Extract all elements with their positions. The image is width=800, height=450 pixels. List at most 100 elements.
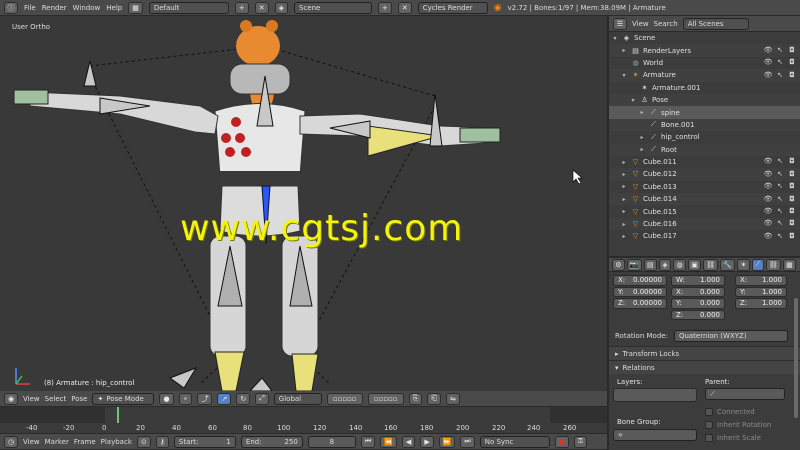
- select-arrow-icon[interactable]: ↖: [776, 45, 784, 54]
- scale-z-field[interactable]: Z: 1.000: [735, 298, 787, 309]
- rotate-manipulator-icon[interactable]: ↻: [236, 392, 251, 405]
- outliner-row[interactable]: ▸ ⟋ Root: [609, 143, 800, 156]
- visibility-eye-icon[interactable]: 👁: [764, 194, 773, 203]
- select-arrow-icon[interactable]: ↖: [776, 206, 784, 215]
- render-camera-icon[interactable]: ◘: [788, 58, 796, 67]
- expand-toggle-icon[interactable]: ▸: [620, 47, 628, 54]
- viewport-shading-button[interactable]: ●: [159, 392, 174, 405]
- visibility-eye-icon[interactable]: 👁: [764, 182, 773, 191]
- screen-layout-select[interactable]: Default: [148, 1, 229, 14]
- editor-type-button[interactable]: ☰: [613, 17, 627, 30]
- render-camera-icon[interactable]: ◘: [788, 70, 796, 79]
- visibility-eye-icon[interactable]: 👁: [764, 231, 773, 240]
- transform-orientation-select[interactable]: Global: [273, 392, 322, 405]
- play-reverse-icon[interactable]: ◀: [401, 435, 416, 448]
- expand-toggle-icon[interactable]: ▸: [620, 208, 628, 215]
- outliner-row-label[interactable]: Bone.001: [661, 121, 694, 129]
- rotation-w-field[interactable]: W: 1.000: [671, 275, 725, 286]
- outliner-row-label[interactable]: hip_control: [661, 133, 700, 141]
- outliner-row[interactable]: ▸ ▽ Cube.011 👁 ↖ ◘: [609, 156, 800, 168]
- inherit-scale-row[interactable]: Inherit Scale: [705, 434, 761, 442]
- bone-constraints-tab-icon[interactable]: ⛓: [765, 258, 781, 271]
- expand-toggle-icon[interactable]: ▾: [611, 35, 619, 42]
- outliner-row-label[interactable]: Cube.013: [643, 183, 677, 191]
- visibility-eye-icon[interactable]: 👁: [764, 169, 773, 178]
- visibility-eye-icon[interactable]: 👁: [764, 70, 773, 79]
- menu-view[interactable]: View: [23, 395, 40, 403]
- render-camera-icon[interactable]: ◘: [788, 169, 796, 178]
- expand-toggle-icon[interactable]: ▸: [620, 221, 628, 228]
- pose-paste-icon[interactable]: ⎗: [427, 392, 442, 405]
- display-mode-select[interactable]: All Scenes: [682, 17, 749, 30]
- current-frame-field[interactable]: 8: [307, 435, 356, 448]
- remove-layout-button[interactable]: ✕: [254, 1, 269, 14]
- render-camera-icon[interactable]: ◘: [788, 157, 796, 166]
- pivot-point-button[interactable]: ⚬: [178, 392, 193, 405]
- select-arrow-icon[interactable]: ↖: [776, 182, 784, 191]
- outliner-row[interactable]: ▸ ▽ Cube.013 👁 ↖ ◘: [609, 181, 800, 193]
- select-arrow-icon[interactable]: ↖: [776, 169, 784, 178]
- menu-file[interactable]: File: [24, 4, 36, 12]
- outliner-row[interactable]: ⟋ Bone.001: [609, 118, 800, 132]
- expand-toggle-icon[interactable]: ▸: [620, 233, 628, 240]
- outliner-row-label[interactable]: Cube.011: [643, 158, 677, 166]
- editor-type-button[interactable]: ⚙: [612, 258, 625, 271]
- scene-select[interactable]: Scene: [293, 1, 372, 14]
- render-camera-icon[interactable]: ◘: [788, 45, 796, 54]
- outliner-row-label[interactable]: Root: [661, 146, 677, 154]
- outliner-row-label[interactable]: spine: [661, 109, 680, 117]
- outliner-row[interactable]: ▾ ♙ Pose: [609, 93, 800, 107]
- object-tab-icon[interactable]: ▣: [687, 258, 702, 271]
- outliner-row-label[interactable]: Scene: [634, 34, 655, 42]
- select-arrow-icon[interactable]: ↖: [776, 219, 784, 228]
- menu-select[interactable]: Select: [45, 395, 67, 403]
- keying-set-icon[interactable]: ⚿: [573, 435, 588, 448]
- editor-type-button[interactable]: ◉: [4, 392, 18, 405]
- outliner-row[interactable]: ▸ ⟋ hip_control: [609, 131, 800, 143]
- location-x-field[interactable]: X: 0.00000: [613, 275, 667, 286]
- menu-render[interactable]: Render: [42, 4, 67, 12]
- outliner-row[interactable]: ▸ ▽ Cube.016 👁 ↖ ◘: [609, 217, 800, 231]
- jump-end-icon[interactable]: ⏭: [460, 435, 475, 448]
- texture-tab-icon[interactable]: ▦: [782, 258, 797, 271]
- render-camera-icon[interactable]: ◘: [788, 231, 796, 240]
- modifiers-tab-icon[interactable]: 🔧: [720, 258, 736, 271]
- outliner-row[interactable]: ▸ ▽ Cube.015 👁 ↖ ◘: [609, 205, 800, 217]
- outliner-row[interactable]: ▸ ⟋ spine: [609, 106, 800, 119]
- select-arrow-icon[interactable]: ↖: [776, 70, 784, 79]
- inherit-scale-checkbox[interactable]: [705, 434, 713, 442]
- rotation-y-field[interactable]: Y: 0.000: [671, 298, 725, 309]
- bone-group-field[interactable]: ⟡: [613, 429, 697, 441]
- bone-tab-icon[interactable]: ⟋: [751, 258, 764, 271]
- outliner-row-label[interactable]: RenderLayers: [643, 47, 691, 55]
- prev-key-icon[interactable]: ⏪: [380, 435, 397, 448]
- expand-toggle-icon[interactable]: ▾: [620, 72, 628, 79]
- outliner-row-label[interactable]: Cube.014: [643, 195, 677, 203]
- menu-marker[interactable]: Marker: [45, 438, 69, 446]
- outliner-row[interactable]: ▾ ✶ Armature 👁 ↖ ◘: [609, 69, 800, 82]
- preview-range-icon[interactable]: ⊙: [136, 435, 151, 448]
- rotation-mode-select[interactable]: Quaternion (WXYZ): [673, 329, 788, 342]
- properties-editor[interactable]: ⚙ 📷 ▤ ◈ ◍ ▣ ⛓ 🔧 ✶ ⟋ ⛓ ▦ X: 0.00000 Y: 0.00…: [607, 256, 800, 450]
- outliner-row[interactable]: ▸ ▽ Cube.014 👁 ↖ ◘: [609, 193, 800, 206]
- mode-select[interactable]: ✦ Pose Mode: [92, 392, 155, 405]
- render-tab-icon[interactable]: 📷: [626, 258, 642, 271]
- layer-buttons[interactable]: ▫▫▫▫▫: [326, 392, 363, 405]
- render-camera-icon[interactable]: ◘: [788, 206, 796, 215]
- outliner-row-label[interactable]: Cube.016: [643, 220, 677, 228]
- transform-locks-panel[interactable]: ▸ Transform Locks: [609, 346, 800, 360]
- manipulator-toggle-icon[interactable]: ⤴: [197, 392, 213, 405]
- render-camera-icon[interactable]: ◘: [788, 194, 796, 203]
- select-arrow-icon[interactable]: ↖: [776, 194, 784, 203]
- expand-toggle-icon[interactable]: ▾: [629, 97, 637, 104]
- start-frame-field[interactable]: Start: 1: [173, 435, 236, 448]
- jump-start-icon[interactable]: ⏮: [360, 435, 376, 448]
- visibility-eye-icon[interactable]: 👁: [764, 58, 773, 67]
- expand-toggle-icon[interactable]: ▸: [638, 134, 646, 141]
- inherit-rotation-checkbox[interactable]: [705, 421, 713, 429]
- render-layers-tab-icon[interactable]: ▤: [643, 258, 657, 271]
- data-tab-icon[interactable]: ✶: [737, 258, 750, 271]
- 3d-viewport[interactable]: User Ortho www.cgtsj.com (8) Armature: …: [0, 16, 607, 391]
- visibility-eye-icon[interactable]: 👁: [764, 219, 773, 228]
- expand-toggle-icon[interactable]: ▸: [620, 196, 628, 203]
